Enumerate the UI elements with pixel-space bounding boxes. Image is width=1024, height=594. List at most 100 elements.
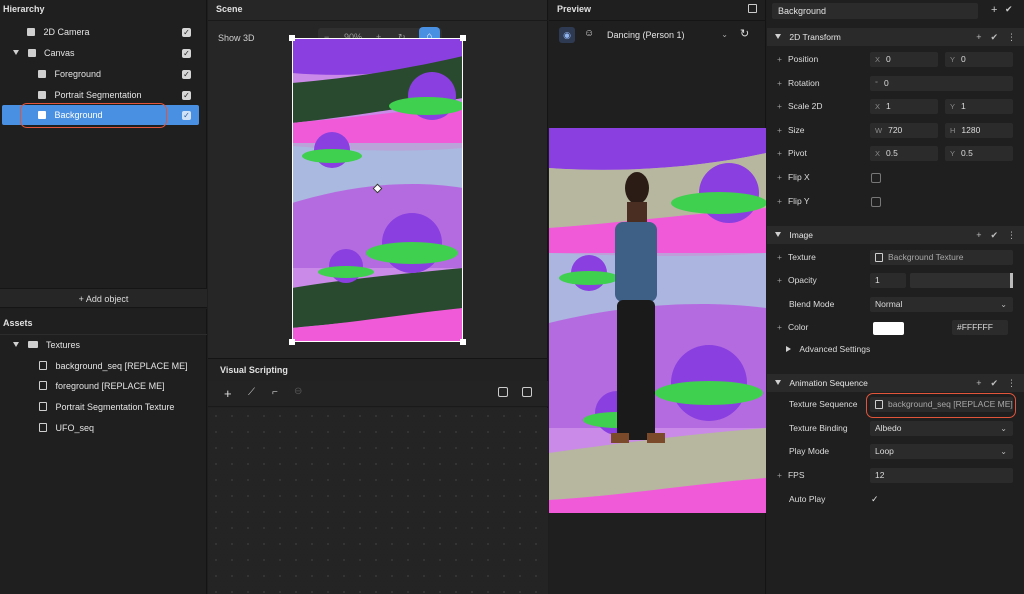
add-icon[interactable]: + [976,32,981,42]
color-swatch[interactable] [873,322,904,335]
preview-model-select[interactable]: Dancing (Person 1) ⌄ [602,27,732,43]
scale-x-field[interactable]: X1 [870,99,938,114]
scale-y-field[interactable]: Y1 [945,99,1013,114]
section-actions: + ✔ ⋮ [967,28,1016,46]
hierarchy-title: Hierarchy [3,4,45,14]
hierarchy-panel: Hierarchy 2D Camera ✓ Canvas ✓ Foregroun… [0,0,207,288]
hierarchy-item-canvas[interactable]: Canvas ✓ [0,43,207,63]
keyframe-add-icon[interactable]: + [777,196,782,206]
visibility-checkbox[interactable]: ✓ [182,28,191,37]
keyframe-add-icon[interactable]: + [777,54,782,64]
comment-icon[interactable]: ⌐ [272,387,278,398]
resize-handle-br[interactable] [460,339,466,345]
pivot-y-field[interactable]: Y 0.5 [945,146,1013,161]
keyframe-add-icon[interactable]: + [777,275,782,285]
visual-scripting-title: Visual Scripting [220,365,288,375]
auto-play-checkbox[interactable]: ✓ [871,494,882,505]
prop-flip-x: + Flip X [777,170,810,185]
keyframe-add-icon[interactable]: + [777,172,782,182]
hierarchy-item-2d-camera[interactable]: 2D Camera ✓ [0,22,207,42]
more-icon[interactable]: ⋮ [1007,32,1016,42]
position-y-field[interactable]: Y0 [945,52,1013,67]
add-icon[interactable]: + [976,378,981,388]
hierarchy-item-portrait-segmentation[interactable]: Portrait Segmentation ✓ [0,85,207,105]
resize-handle-tr[interactable] [460,35,466,41]
blend-mode-select[interactable]: Normal ⌄ [870,297,1013,312]
texture-binding-select[interactable]: Albedo ⌄ [870,421,1013,436]
prop-texture-binding: Texture Binding [789,421,848,436]
frame-icon[interactable] [498,387,508,397]
size-w-field[interactable]: W 720 [870,123,938,138]
object-name-field[interactable]: Background [772,3,978,19]
preview-toggle-button[interactable]: ◉ [559,27,575,43]
section-title: Image [789,230,813,240]
add-node-button[interactable]: + [224,386,232,401]
preview-model-label: Dancing (Person 1) [607,30,685,40]
assets-folder-textures[interactable]: Textures [13,335,80,355]
visibility-checkbox[interactable]: ✓ [182,49,191,58]
opacity-field[interactable]: 1 [870,273,906,288]
check-icon[interactable]: ✔ [990,32,998,42]
asset-item-background-seq[interactable]: background_seq [REPLACE ME] [39,356,188,376]
asset-item-foreground[interactable]: foreground [REPLACE ME] [39,376,165,396]
more-icon[interactable]: ⋮ [1007,230,1016,240]
field-value: 1 [961,101,966,111]
fit-view-icon[interactable] [522,387,532,397]
expand-arrow-icon[interactable] [13,50,19,55]
section-2d-transform[interactable]: 2D Transform + ✔ ⋮ [767,28,1024,46]
keyframe-add-icon[interactable]: + [777,125,782,135]
field-value: 720 [888,125,903,135]
field-value: 0.5 [961,148,973,158]
keyframe-add-icon[interactable]: + [777,252,782,262]
visibility-checkbox[interactable]: ✓ [182,70,191,79]
resize-handle-tl[interactable] [289,35,295,41]
object-name-value: Background [778,6,827,16]
popout-icon[interactable] [748,4,757,13]
pivot-x-field[interactable]: X 0.5 [870,146,938,161]
section-animation-sequence[interactable]: Animation Sequence + ✔ ⋮ [767,374,1024,392]
hierarchy-item-foreground[interactable]: Foreground ✓ [0,64,207,84]
size-h-field[interactable]: H 1280 [945,123,1013,138]
check-icon[interactable]: ✔ [990,378,998,388]
asset-item-ufo-seq[interactable]: UFO_seq [39,418,94,438]
asset-item-portrait-segmentation-texture[interactable]: Portrait Segmentation Texture [39,397,174,417]
advanced-settings-toggle[interactable]: Advanced Settings [786,342,870,357]
keyframe-add-icon[interactable]: + [777,78,782,88]
keyframe-add-icon[interactable]: + [777,101,782,111]
visibility-checkbox[interactable]: ✓ [182,111,191,120]
collapse-arrow-icon[interactable] [775,232,781,237]
fps-field[interactable]: 12 [870,468,1013,483]
flip-x-checkbox[interactable] [871,173,881,183]
more-icon[interactable]: ⋮ [1007,378,1016,388]
keyframe-add-icon[interactable]: + [777,322,782,332]
rotation-field[interactable]: ° 0 [870,76,1013,91]
field-value: 0 [886,54,891,64]
keyframe-add-icon[interactable]: + [777,470,782,480]
expand-arrow-icon[interactable] [13,342,19,347]
play-mode-select[interactable]: Loop ⌄ [870,444,1013,459]
flip-y-checkbox[interactable] [871,197,881,207]
check-icon[interactable]: ✔ [990,230,998,240]
visibility-checkbox[interactable]: ✓ [182,91,191,100]
show-3d-toggle[interactable]: Show 3D [218,33,255,43]
position-x-field[interactable]: X0 [870,52,938,67]
color-hex-field[interactable]: #FFFFFF [952,320,1008,335]
enabled-check-icon[interactable]: ✔ [1005,4,1013,15]
collapse-arrow-icon[interactable] [775,380,781,385]
add-icon[interactable]: + [976,230,981,240]
connect-icon[interactable]: ⟋ [248,387,255,398]
section-image[interactable]: Image + ✔ ⋮ [767,226,1024,244]
keyframe-add-icon[interactable]: + [777,148,782,158]
disabled-icon: ⊖ [294,386,303,397]
collapse-arrow-icon[interactable] [775,34,781,39]
add-component-button[interactable]: + [991,4,997,16]
texture-field[interactable]: Background Texture [870,250,1013,265]
vs-grid[interactable] [208,408,548,594]
refresh-icon[interactable]: ↻ [740,27,749,40]
visual-scripting-panel: Visual Scripting + ⟋ ⌐ ⊖ [208,358,548,594]
add-object-button[interactable]: + Add object [0,288,207,308]
resize-handle-bl[interactable] [289,339,295,345]
preview-image[interactable] [549,128,766,513]
opacity-slider[interactable] [910,273,1013,288]
opacity-slider-thumb[interactable] [1010,273,1013,288]
